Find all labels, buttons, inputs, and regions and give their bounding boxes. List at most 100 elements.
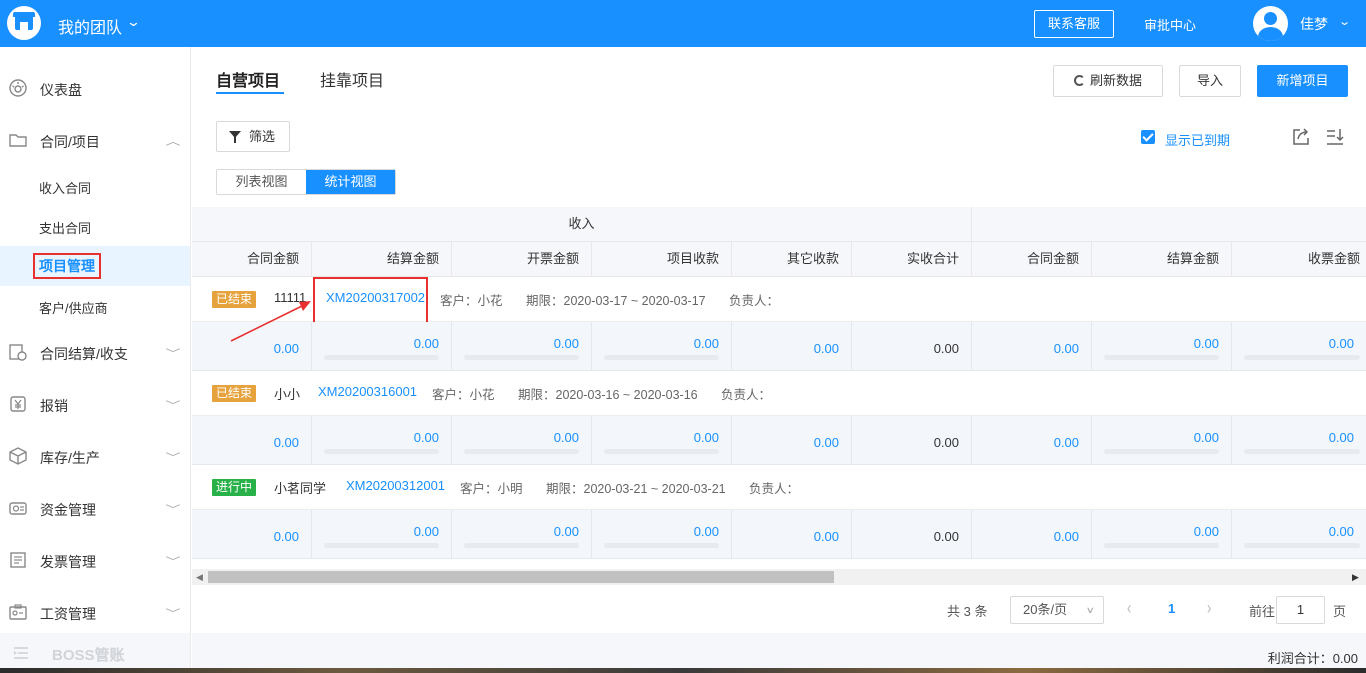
cell-value[interactable]: 0.00 [274,341,299,356]
project-row[interactable]: 已结束 11111 XM20200317002 客户：小花 期限：2020-03… [192,277,1366,324]
cell-value[interactable]: 0.00 [554,430,579,445]
cell-value[interactable]: 0.00 [814,529,839,544]
sidebar-item-label: 合同/项目 [40,134,100,150]
sidebar-item-label: 报销 [40,398,68,414]
project-row[interactable]: 进行中 小茗同学 XM20200312001 客户：小明 期限：2020-03-… [192,465,1366,510]
sidebar-item-funds[interactable]: 资金管理 ﹀ [0,488,190,528]
sort-download-icon[interactable] [1325,127,1345,147]
column-header[interactable]: 实收合计 [852,242,972,276]
column-header[interactable]: 合同金额 [192,242,312,276]
cell-value[interactable]: 0.00 [1194,524,1219,539]
table-cell: 0.00 [1092,510,1232,558]
column-header[interactable]: 结算金额 [1092,242,1232,276]
chevron-down-icon[interactable]: ⌄ [126,14,141,30]
filter-button[interactable]: 筛选 [216,121,290,152]
sidebar-sub-label: 客户/供应商 [39,301,108,316]
progress-bar [604,355,719,360]
cell-value[interactable]: 0.00 [274,529,299,544]
tab-affiliated[interactable]: 挂靠项目 [320,67,384,91]
next-page-icon[interactable]: › [1207,597,1211,618]
cell-value[interactable]: 0.00 [1329,336,1354,351]
sidebar-sub-customer-supplier[interactable]: 客户/供应商 [0,286,190,326]
cell-value[interactable]: 0.00 [554,524,579,539]
chevron-down-icon[interactable]: ⌄ [1338,15,1351,28]
project-name: 小茗同学 [274,481,327,496]
sidebar-sub-income-contract[interactable]: 收入合同 [0,166,190,206]
import-button[interactable]: 导入 [1179,65,1241,97]
cell-value[interactable]: 0.00 [1329,430,1354,445]
cell-value[interactable]: 0.00 [1054,435,1079,450]
boss-section[interactable]: BOSS管账 [0,633,190,673]
goto-page-input[interactable]: 1 [1276,596,1325,624]
project-code-link[interactable]: XM20200312001 [346,478,445,493]
menu-collapse-icon[interactable] [12,644,30,662]
column-header[interactable]: 合同金额 [972,242,1092,276]
sidebar-sub-expense-contract[interactable]: 支出合同 [0,206,190,246]
cell-value[interactable]: 0.00 [1194,336,1219,351]
chevron-down-icon: ﹀ [165,505,181,516]
table-cell: 0.00 [592,416,732,464]
sidebar-sub-label: 支出合同 [39,221,92,236]
cell-value[interactable]: 0.00 [814,341,839,356]
cell-value[interactable]: 0.00 [1329,524,1354,539]
cell-value[interactable]: 0.00 [414,336,439,351]
progress-bar [1244,543,1360,548]
cell-value[interactable]: 0.00 [414,524,439,539]
column-header[interactable]: 结算金额 [312,242,452,276]
tab-self-operated[interactable]: 自营项目 [216,67,280,91]
cell-value[interactable]: 0.00 [1054,529,1079,544]
refresh-icon [1073,75,1085,86]
horizontal-scrollbar[interactable]: ◀ ▶ [192,569,1366,585]
approval-center-link[interactable]: 审批中心 [1144,15,1196,34]
column-header[interactable]: 其它收款 [732,242,852,276]
list-view-button[interactable]: 列表视图 [217,170,306,194]
project-code-link[interactable]: XM20200316001 [318,384,417,399]
sidebar-item-dashboard[interactable]: 仪表盘 [0,68,190,108]
cell-value[interactable]: 0.00 [554,336,579,351]
project-row[interactable]: 已结束 小小 XM20200316001 客户：小花 期限：2020-03-16… [192,371,1366,416]
column-header[interactable]: 收票金额 [1232,242,1366,276]
team-name[interactable]: 我的团队 [58,14,122,38]
scrollbar-thumb[interactable] [208,571,834,583]
cell-value[interactable]: 0.00 [414,430,439,445]
project-owner: 负责人： [749,482,800,496]
table-cell: 0.00 [732,416,852,464]
column-header[interactable]: 项目收款 [592,242,732,276]
username[interactable]: 佳梦 [1300,14,1328,34]
current-page[interactable]: 1 [1168,601,1175,616]
show-expired-checkbox[interactable] [1141,130,1155,144]
invoice-icon [10,552,26,568]
refresh-label: 刷新数据 [1089,73,1142,88]
sidebar-item-settlement[interactable]: 合同结算/收支 ﹀ [0,332,190,372]
cell-value[interactable]: 0.00 [1054,341,1079,356]
add-project-button[interactable]: 新增项目 [1257,65,1348,97]
sidebar-item-salary[interactable]: 工资管理 ﹀ [0,592,190,632]
avatar[interactable] [1253,6,1288,41]
cell-value[interactable]: 0.00 [694,430,719,445]
stats-view-button[interactable]: 统计视图 [306,170,395,194]
sidebar-item-inventory[interactable]: 库存/生产 ﹀ [0,436,190,476]
show-expired-label[interactable]: 显示已到期 [1165,130,1230,149]
sidebar-item-contracts-projects[interactable]: 合同/项目 ︿ [0,120,190,160]
store-logo-icon[interactable] [7,6,41,40]
scroll-right-arrow-icon[interactable]: ▶ [1352,572,1359,583]
sidebar-item-reimburse[interactable]: 报销 ﹀ [0,384,190,424]
column-header[interactable]: 开票金额 [452,242,592,276]
chevron-down-icon: ﹀ [165,401,181,412]
refresh-button[interactable]: 刷新数据 [1053,65,1163,97]
scroll-left-arrow-icon[interactable]: ◀ [196,572,203,583]
sidebar-sub-project-management[interactable]: 项目管理 [0,246,190,286]
contact-support-button[interactable]: 联系客服 [1034,10,1114,38]
cell-value[interactable]: 0.00 [814,435,839,450]
project-period: 期限：2020-03-17 ~ 2020-03-17 [526,294,706,308]
sidebar-item-invoice[interactable]: 发票管理 ﹀ [0,540,190,580]
page-size-select[interactable]: 20条/页 ∨ [1010,596,1104,624]
settlement-icon [9,344,27,361]
progress-bar [1244,449,1360,454]
cell-value[interactable]: 0.00 [274,435,299,450]
export-icon[interactable] [1291,127,1311,147]
cell-value[interactable]: 0.00 [694,336,719,351]
cell-value[interactable]: 0.00 [1194,430,1219,445]
prev-page-icon[interactable]: ‹ [1127,597,1131,618]
cell-value[interactable]: 0.00 [694,524,719,539]
